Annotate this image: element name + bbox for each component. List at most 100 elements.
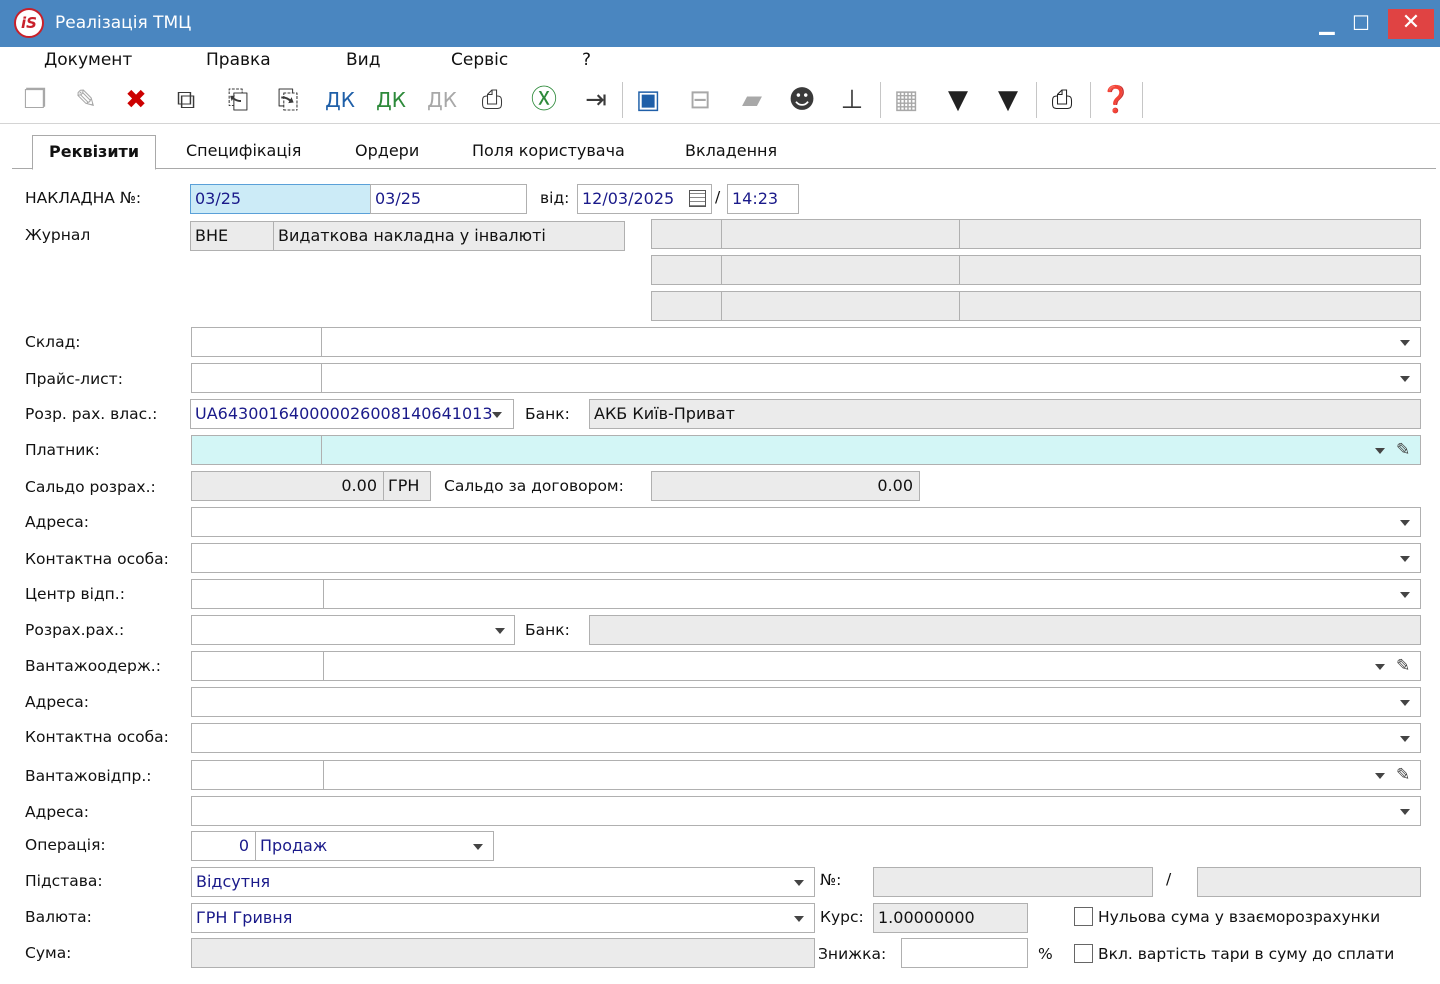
tab-specification[interactable]: Специфікація <box>186 141 301 160</box>
consignee-code-field[interactable] <box>191 651 324 681</box>
new-icon[interactable]: ❐ <box>15 80 55 120</box>
tab-requisites[interactable]: Реквізити <box>32 135 157 170</box>
menu-edit[interactable]: Правка <box>206 50 271 70</box>
save-icon[interactable]: ▣ <box>628 80 668 120</box>
menu-service[interactable]: Сервіс <box>451 50 508 70</box>
currency-select[interactable]: ГРН Гривня <box>191 903 815 933</box>
bank2-field[interactable] <box>589 615 1421 645</box>
book-icon[interactable]: ⊟ <box>680 80 720 120</box>
edit-icon[interactable]: ✎ <box>66 80 106 120</box>
center-select[interactable] <box>323 579 1421 609</box>
basis-select[interactable]: Відсутня <box>191 867 815 897</box>
hierarchy-icon[interactable]: ⊥ <box>832 80 872 120</box>
tare-checkbox[interactable] <box>1074 944 1093 963</box>
printer-icon[interactable]: ⎙ <box>1042 80 1082 120</box>
pencil-icon[interactable]: ✎ <box>1396 440 1410 460</box>
chevron-down-icon[interactable] <box>1400 340 1410 346</box>
invoice-number-field[interactable]: 03/25 <box>190 184 371 214</box>
close-icon[interactable]: ✕ <box>1388 9 1434 39</box>
menu-view[interactable]: Вид <box>346 50 380 70</box>
payer-select[interactable] <box>321 435 1421 465</box>
print-preview-icon[interactable]: ⎙ <box>472 80 512 120</box>
debit-credit-green-icon[interactable]: ДК <box>371 80 411 120</box>
calendar-icon[interactable] <box>689 190 706 207</box>
chevron-down-icon[interactable] <box>1400 556 1410 562</box>
shipper-select[interactable] <box>323 760 1421 790</box>
chevron-down-icon[interactable] <box>1400 736 1410 742</box>
chevron-down-icon[interactable] <box>1400 520 1410 526</box>
chevron-down-icon[interactable] <box>794 916 804 922</box>
journal-label: Журнал <box>25 226 91 244</box>
menu-help[interactable]: ? <box>582 50 591 70</box>
folder-icon[interactable]: ▰ <box>732 80 772 120</box>
extra-field <box>651 219 722 249</box>
chevron-down-icon[interactable] <box>473 844 483 850</box>
chevron-down-icon[interactable] <box>1400 592 1410 598</box>
tab-orders[interactable]: Ордери <box>355 141 419 160</box>
warehouse-select[interactable] <box>321 327 1421 357</box>
warehouse-code-field[interactable] <box>191 327 322 357</box>
pencil-icon[interactable]: ✎ <box>1396 656 1410 676</box>
chevron-down-icon[interactable] <box>495 628 505 634</box>
help-icon[interactable]: ❓ <box>1096 80 1136 120</box>
excel-icon[interactable]: Ⓧ <box>524 80 564 120</box>
extra-field <box>721 291 960 321</box>
chevron-down-icon[interactable] <box>1400 376 1410 382</box>
consignee-select[interactable] <box>323 651 1421 681</box>
bank-field[interactable]: АКБ Київ-Приват <box>589 399 1421 429</box>
import-icon[interactable]: ⎗ <box>218 80 258 120</box>
number-field[interactable] <box>873 867 1153 897</box>
debit-credit-icon[interactable]: ДК <box>320 80 360 120</box>
pricelist-code-field[interactable] <box>191 363 322 393</box>
rate-field[interactable]: 1.00000000 <box>873 903 1028 933</box>
debit-credit-disabled-icon[interactable]: ДК <box>422 80 462 120</box>
operation-code-field[interactable]: 0 <box>191 831 256 861</box>
payer-code-field[interactable] <box>191 435 322 465</box>
exit-icon[interactable]: ⇥ <box>576 80 616 120</box>
grid-icon[interactable]: ▦ <box>886 80 926 120</box>
filter-icon[interactable]: ▼ <box>938 80 978 120</box>
chevron-down-icon[interactable] <box>1375 448 1385 454</box>
minimize-icon[interactable]: ▁ <box>1312 9 1342 39</box>
journal-code-field[interactable]: ВНЕ <box>190 221 274 251</box>
account-select[interactable] <box>191 615 515 645</box>
balance-field[interactable]: 0.00 <box>191 471 384 501</box>
contract-balance-label: Сальдо за договором: <box>444 477 624 495</box>
sum-field[interactable] <box>191 938 815 968</box>
contract-balance-field[interactable]: 0.00 <box>651 471 920 501</box>
export-icon[interactable]: ⎘ <box>268 80 308 120</box>
operation-select[interactable]: Продаж <box>255 831 494 861</box>
contact-select[interactable] <box>191 543 1421 573</box>
address2-select[interactable] <box>191 687 1421 717</box>
rate-label: Курс: <box>820 908 864 926</box>
maximize-icon[interactable]: ☐ <box>1346 9 1376 39</box>
chevron-down-icon[interactable] <box>794 880 804 886</box>
chevron-down-icon[interactable] <box>1400 700 1410 706</box>
delete-icon[interactable]: ✖ <box>116 80 156 120</box>
pencil-icon[interactable]: ✎ <box>1396 765 1410 785</box>
journal-name-field[interactable]: Видаткова накладна у інвалюті <box>273 221 625 251</box>
chevron-down-icon[interactable] <box>1375 773 1385 779</box>
invoice-number2-field[interactable]: 03/25 <box>370 184 527 214</box>
chevron-down-icon[interactable] <box>1400 809 1410 815</box>
zero-sum-checkbox[interactable] <box>1074 907 1093 926</box>
number2-field[interactable] <box>1197 867 1421 897</box>
discount-field[interactable] <box>901 938 1028 968</box>
clear-filter-icon[interactable]: ▼ <box>988 80 1028 120</box>
chevron-down-icon[interactable] <box>1375 664 1385 670</box>
pricelist-select[interactable] <box>321 363 1421 393</box>
chevron-down-icon[interactable] <box>492 412 502 418</box>
menu-document[interactable]: Документ <box>44 50 132 70</box>
tab-attachments[interactable]: Вкладення <box>685 141 777 160</box>
user-chat-icon[interactable]: ☻ <box>782 80 822 120</box>
balance-currency-field[interactable]: ГРН <box>383 471 431 501</box>
own-account-select[interactable]: UA643001640000026008140641013 <box>190 399 514 429</box>
time-field[interactable]: 14:23 <box>727 184 799 214</box>
address-select[interactable] <box>191 507 1421 537</box>
copy-icon[interactable]: ⧉ <box>166 80 206 120</box>
address3-select[interactable] <box>191 796 1421 826</box>
center-code-field[interactable] <box>191 579 324 609</box>
contact2-select[interactable] <box>191 723 1421 753</box>
shipper-code-field[interactable] <box>191 760 324 790</box>
tab-user-fields[interactable]: Поля користувача <box>472 141 625 160</box>
